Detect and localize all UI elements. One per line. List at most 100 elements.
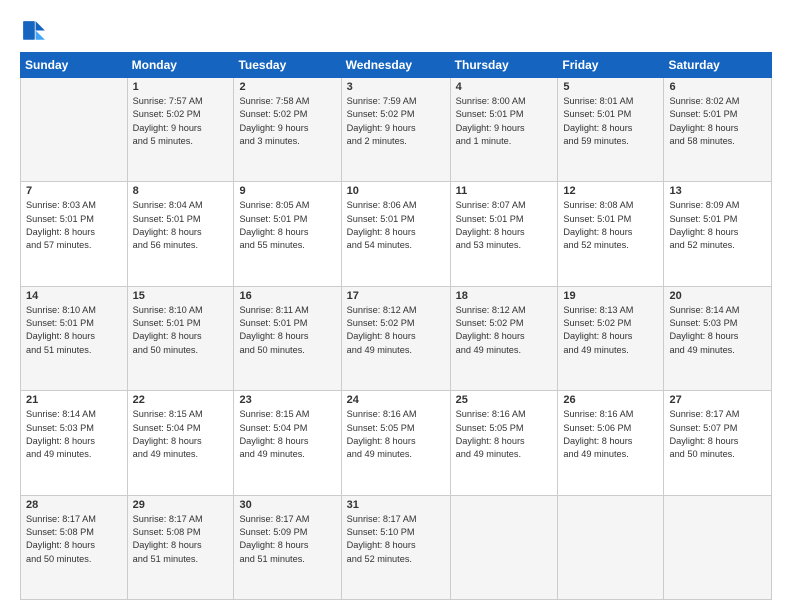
day-number: 20 [669,290,766,302]
day-info: Sunrise: 7:59 AM Sunset: 5:02 PM Dayligh… [347,95,445,148]
day-number: 22 [133,394,229,406]
day-cell [450,495,558,599]
day-number: 27 [669,394,766,406]
day-cell: 25 Sunrise: 8:16 AM Sunset: 5:05 PM Dayli… [450,391,558,495]
day-cell: 17 Sunrise: 8:12 AM Sunset: 5:02 PM Dayli… [341,286,450,390]
calendar-header: SundayMondayTuesdayWednesdayThursdayFrid… [21,53,772,78]
logo [20,18,52,46]
day-info: Sunrise: 8:17 AM Sunset: 5:08 PM Dayligh… [133,513,229,566]
day-cell: 14 Sunrise: 8:10 AM Sunset: 5:01 PM Dayli… [21,286,128,390]
day-info: Sunrise: 7:58 AM Sunset: 5:02 PM Dayligh… [239,95,335,148]
logo-icon [20,18,48,46]
day-cell: 12 Sunrise: 8:08 AM Sunset: 5:01 PM Dayli… [558,182,664,286]
day-number: 31 [347,499,445,511]
day-number: 5 [563,81,658,93]
day-info: Sunrise: 8:12 AM Sunset: 5:02 PM Dayligh… [347,304,445,357]
day-number: 10 [347,185,445,197]
day-number: 12 [563,185,658,197]
week-row-5: 28 Sunrise: 8:17 AM Sunset: 5:08 PM Dayli… [21,495,772,599]
weekday-saturday: Saturday [664,53,772,78]
day-number: 4 [456,81,553,93]
calendar-table: SundayMondayTuesdayWednesdayThursdayFrid… [20,52,772,600]
day-info: Sunrise: 8:16 AM Sunset: 5:05 PM Dayligh… [456,408,553,461]
day-number: 24 [347,394,445,406]
day-cell [21,78,128,182]
day-info: Sunrise: 8:03 AM Sunset: 5:01 PM Dayligh… [26,199,122,252]
day-number: 6 [669,81,766,93]
day-info: Sunrise: 8:17 AM Sunset: 5:09 PM Dayligh… [239,513,335,566]
weekday-row: SundayMondayTuesdayWednesdayThursdayFrid… [21,53,772,78]
day-cell: 5 Sunrise: 8:01 AM Sunset: 5:01 PM Daylig… [558,78,664,182]
day-info: Sunrise: 8:14 AM Sunset: 5:03 PM Dayligh… [669,304,766,357]
day-number: 28 [26,499,122,511]
day-info: Sunrise: 8:16 AM Sunset: 5:05 PM Dayligh… [347,408,445,461]
day-number: 14 [26,290,122,302]
day-number: 17 [347,290,445,302]
day-cell: 10 Sunrise: 8:06 AM Sunset: 5:01 PM Dayli… [341,182,450,286]
day-number: 9 [239,185,335,197]
weekday-tuesday: Tuesday [234,53,341,78]
day-cell: 21 Sunrise: 8:14 AM Sunset: 5:03 PM Dayli… [21,391,128,495]
weekday-monday: Monday [127,53,234,78]
weekday-sunday: Sunday [21,53,128,78]
day-info: Sunrise: 8:05 AM Sunset: 5:01 PM Dayligh… [239,199,335,252]
day-cell: 9 Sunrise: 8:05 AM Sunset: 5:01 PM Daylig… [234,182,341,286]
day-number: 23 [239,394,335,406]
day-info: Sunrise: 7:57 AM Sunset: 5:02 PM Dayligh… [133,95,229,148]
day-info: Sunrise: 8:13 AM Sunset: 5:02 PM Dayligh… [563,304,658,357]
day-number: 19 [563,290,658,302]
day-cell: 26Sunrise: 8:16 AM Sunset: 5:06 PM Dayli… [558,391,664,495]
day-cell [664,495,772,599]
day-cell: 2 Sunrise: 7:58 AM Sunset: 5:02 PM Daylig… [234,78,341,182]
day-info: Sunrise: 8:06 AM Sunset: 5:01 PM Dayligh… [347,199,445,252]
page: SundayMondayTuesdayWednesdayThursdayFrid… [0,0,792,612]
day-number: 25 [456,394,553,406]
day-number: 18 [456,290,553,302]
day-cell: 31Sunrise: 8:17 AM Sunset: 5:10 PM Dayli… [341,495,450,599]
day-number: 7 [26,185,122,197]
day-number: 26 [563,394,658,406]
day-info: Sunrise: 8:07 AM Sunset: 5:01 PM Dayligh… [456,199,553,252]
week-row-3: 14 Sunrise: 8:10 AM Sunset: 5:01 PM Dayli… [21,286,772,390]
day-number: 2 [239,81,335,93]
day-cell: 8 Sunrise: 8:04 AM Sunset: 5:01 PM Daylig… [127,182,234,286]
day-info: Sunrise: 8:02 AM Sunset: 5:01 PM Dayligh… [669,95,766,148]
day-info: Sunrise: 8:14 AM Sunset: 5:03 PM Dayligh… [26,408,122,461]
calendar-body: 1 Sunrise: 7:57 AM Sunset: 5:02 PM Daylig… [21,78,772,600]
day-cell: 4Sunrise: 8:00 AM Sunset: 5:01 PM Daylig… [450,78,558,182]
day-info: Sunrise: 8:11 AM Sunset: 5:01 PM Dayligh… [239,304,335,357]
day-cell: 1 Sunrise: 7:57 AM Sunset: 5:02 PM Daylig… [127,78,234,182]
day-number: 21 [26,394,122,406]
day-info: Sunrise: 8:08 AM Sunset: 5:01 PM Dayligh… [563,199,658,252]
day-cell: 16Sunrise: 8:11 AM Sunset: 5:01 PM Dayli… [234,286,341,390]
day-info: Sunrise: 8:04 AM Sunset: 5:01 PM Dayligh… [133,199,229,252]
weekday-thursday: Thursday [450,53,558,78]
day-number: 11 [456,185,553,197]
day-cell: 7 Sunrise: 8:03 AM Sunset: 5:01 PM Daylig… [21,182,128,286]
day-cell: 15Sunrise: 8:10 AM Sunset: 5:01 PM Dayli… [127,286,234,390]
day-number: 29 [133,499,229,511]
week-row-2: 7 Sunrise: 8:03 AM Sunset: 5:01 PM Daylig… [21,182,772,286]
day-info: Sunrise: 8:17 AM Sunset: 5:07 PM Dayligh… [669,408,766,461]
day-cell: 30 Sunrise: 8:17 AM Sunset: 5:09 PM Dayli… [234,495,341,599]
day-cell: 23Sunrise: 8:15 AM Sunset: 5:04 PM Dayli… [234,391,341,495]
day-cell: 13 Sunrise: 8:09 AM Sunset: 5:01 PM Dayli… [664,182,772,286]
day-number: 30 [239,499,335,511]
day-number: 8 [133,185,229,197]
week-row-1: 1 Sunrise: 7:57 AM Sunset: 5:02 PM Daylig… [21,78,772,182]
day-cell: 3Sunrise: 7:59 AM Sunset: 5:02 PM Daylig… [341,78,450,182]
day-number: 13 [669,185,766,197]
day-cell [558,495,664,599]
day-info: Sunrise: 8:01 AM Sunset: 5:01 PM Dayligh… [563,95,658,148]
weekday-wednesday: Wednesday [341,53,450,78]
day-number: 15 [133,290,229,302]
day-info: Sunrise: 8:10 AM Sunset: 5:01 PM Dayligh… [26,304,122,357]
day-cell: 18Sunrise: 8:12 AM Sunset: 5:02 PM Dayli… [450,286,558,390]
day-info: Sunrise: 8:09 AM Sunset: 5:01 PM Dayligh… [669,199,766,252]
day-cell: 22Sunrise: 8:15 AM Sunset: 5:04 PM Dayli… [127,391,234,495]
day-number: 1 [133,81,229,93]
week-row-4: 21 Sunrise: 8:14 AM Sunset: 5:03 PM Dayli… [21,391,772,495]
day-cell: 27 Sunrise: 8:17 AM Sunset: 5:07 PM Dayli… [664,391,772,495]
weekday-friday: Friday [558,53,664,78]
header [20,18,772,46]
